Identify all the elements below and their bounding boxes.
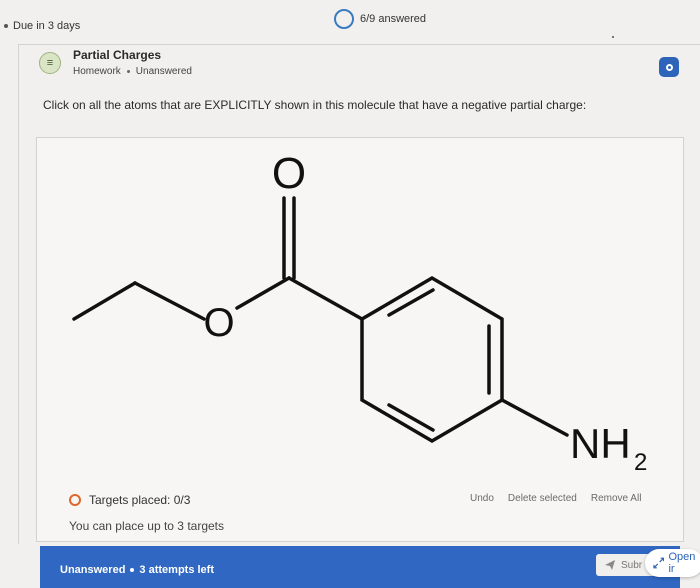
question-type-icon: ≡	[39, 52, 61, 74]
bond-lines	[72, 196, 569, 444]
remove-all-button[interactable]: Remove All	[591, 493, 642, 504]
progress-indicator: 6/9 answered	[334, 9, 426, 29]
amine-subscript: 2	[634, 449, 647, 476]
question-options-button[interactable]	[659, 57, 679, 77]
targets-status: Targets placed: 0/3	[69, 493, 190, 507]
expand-arrows-icon	[653, 557, 665, 569]
amine-nitrogen-atom[interactable]: NH	[570, 420, 631, 467]
header-divider	[18, 44, 700, 45]
due-date: Due in 3 days	[4, 20, 80, 32]
molecule-drawing[interactable]: O O NH 2	[37, 138, 685, 543]
targets-label: Targets placed: 0/3	[89, 493, 191, 507]
molecule-panel: O O NH 2 Targets placed: 0/3 You can pla…	[36, 137, 684, 542]
delete-selected-button[interactable]: Delete selected	[508, 493, 577, 504]
question-type: Homework	[73, 66, 121, 77]
target-ring-icon	[69, 494, 81, 506]
left-rule	[18, 44, 19, 544]
footer-bar: Unanswered 3 attempts left Subr	[40, 546, 680, 588]
undo-button[interactable]: Undo	[470, 493, 494, 504]
answer-status: Unanswered	[60, 564, 126, 576]
top-bar: Due in 3 days 6/9 answered	[0, 0, 700, 44]
carbonyl-oxygen-atom[interactable]: O	[272, 149, 306, 198]
question-prompt: Click on all the atoms that are EXPLICIT…	[43, 98, 587, 112]
progress-ring-icon	[334, 9, 354, 29]
attempt-status: Unanswered 3 attempts left	[60, 564, 214, 576]
panel-tools: Undo Delete selected Remove All	[470, 493, 641, 504]
progress-label: 6/9 answered	[360, 13, 427, 25]
send-icon	[605, 560, 615, 570]
targets-limit: You can place up to 3 targets	[69, 519, 225, 533]
question-title: Partial Charges	[73, 48, 162, 62]
question-status: Unanswered	[135, 66, 192, 77]
circle-icon	[665, 63, 673, 71]
open-in-button[interactable]: Open ir	[645, 549, 700, 577]
decorative-dot	[612, 36, 614, 38]
question-meta: Homework Unanswered	[73, 66, 192, 77]
separator-dot-icon	[130, 568, 135, 572]
submit-label: Subr	[621, 559, 643, 571]
open-label: Open ir	[668, 551, 696, 575]
bullet-icon	[4, 24, 8, 28]
due-label: Due in 3 days	[13, 20, 81, 32]
ether-oxygen-atom[interactable]: O	[203, 301, 234, 345]
separator-dot-icon	[126, 70, 130, 73]
attempts-left: 3 attempts left	[139, 564, 214, 576]
